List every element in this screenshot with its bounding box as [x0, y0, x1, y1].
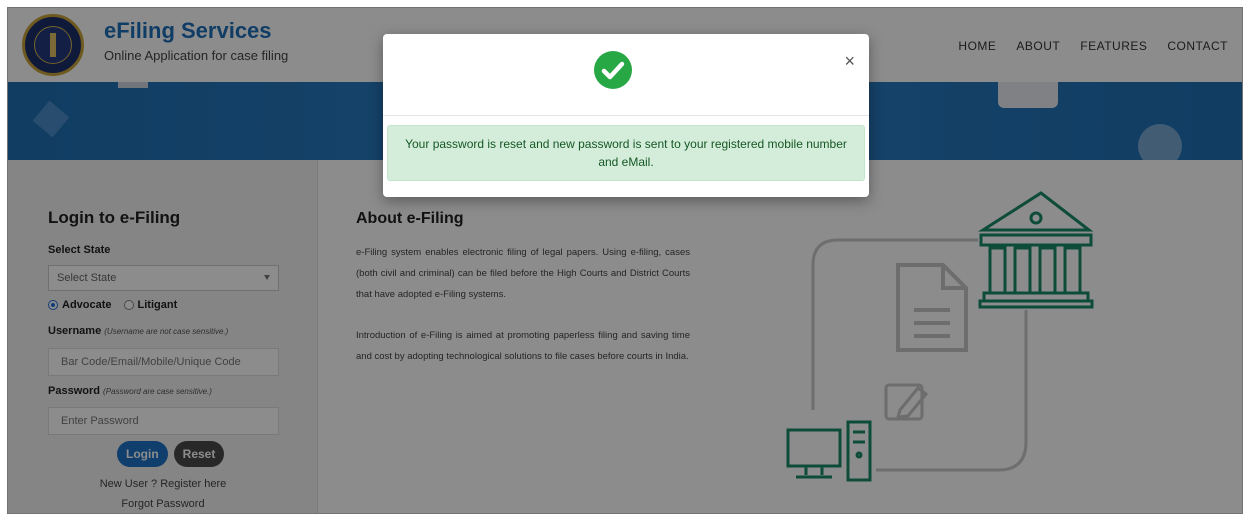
password-reset-modal: × Your password is reset and new passwor… [383, 34, 869, 197]
success-alert: Your password is reset and new password … [387, 125, 865, 181]
modal-header: × [383, 34, 869, 116]
check-circle-icon [594, 51, 632, 89]
close-icon[interactable]: × [844, 51, 855, 72]
